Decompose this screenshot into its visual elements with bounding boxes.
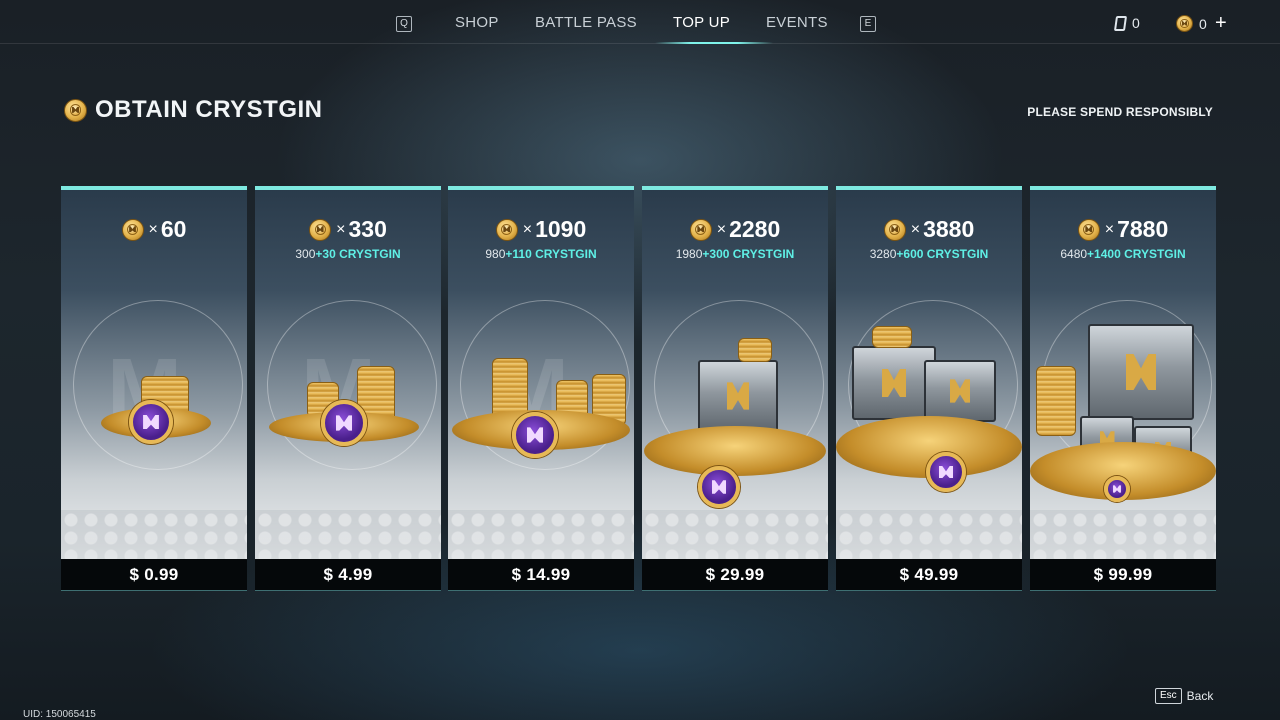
- featured-coin-image: [698, 466, 740, 508]
- price-label: $ 49.99: [899, 564, 959, 584]
- pass-card-icon: [1113, 15, 1128, 31]
- amount-multiplier: ×: [522, 220, 533, 238]
- bonus-base: 1980: [675, 247, 703, 261]
- offer-card-7880[interactable]: × 7880 6480+1400 CRYSTGIN $ 99.99: [1030, 186, 1216, 591]
- tab-shop[interactable]: SHOP: [455, 14, 499, 31]
- offer-amount: × 3880: [836, 216, 1022, 243]
- bonus-base: 3280: [869, 247, 897, 261]
- amount-value: 2280: [729, 216, 781, 242]
- bonus-extra: +1400 CRYSTGIN: [1087, 247, 1186, 261]
- featured-coin-image: [1104, 476, 1130, 502]
- bonus-base: 980: [485, 247, 506, 261]
- bonus-extra: +600 CRYSTGIN: [896, 247, 989, 261]
- featured-coin-image: [512, 412, 558, 458]
- amount-value: 60: [160, 216, 187, 242]
- price-bar[interactable]: $ 4.99: [255, 559, 441, 591]
- amount-multiplier: ×: [716, 220, 727, 238]
- loot-crate-image: [924, 360, 996, 422]
- tab-top-up[interactable]: TOP UP: [673, 14, 730, 31]
- offer-bonus: 300+30 CRYSTGIN: [255, 247, 441, 261]
- offer-card-3880[interactable]: × 3880 3280+600 CRYSTGIN $ 49.99: [836, 186, 1022, 591]
- offer-amount: × 7880: [1030, 216, 1216, 243]
- offer-bonus: 3280+600 CRYSTGIN: [836, 247, 1022, 261]
- floor-pattern: [836, 510, 1022, 562]
- bonus-base: 6480: [1060, 247, 1088, 261]
- featured-coin-image: [129, 400, 173, 444]
- crystgin-coin-icon: [689, 218, 712, 241]
- amount-multiplier: ×: [910, 220, 921, 238]
- price-label: $ 4.99: [323, 564, 373, 584]
- bonus-extra: +30 CRYSTGIN: [315, 247, 401, 261]
- plus-icon[interactable]: +: [1215, 13, 1227, 33]
- crystgin-coin-icon: [1077, 218, 1100, 241]
- next-tab-key-hint[interactable]: E: [860, 16, 876, 32]
- page-title-text: OBTAIN CRYSTGIN: [95, 96, 323, 123]
- bonus-base: 300: [295, 247, 316, 261]
- floor-pattern: [255, 510, 441, 562]
- prev-tab-key-hint[interactable]: Q: [396, 16, 412, 32]
- floor-pattern: [1030, 510, 1216, 562]
- offer-card-60[interactable]: × 60 M $ 0.99: [61, 186, 247, 591]
- floor-pattern: [642, 510, 828, 562]
- amount-value: 7880: [1117, 216, 1169, 242]
- offer-bonus: 980+110 CRYSTGIN: [448, 247, 634, 261]
- bonus-extra: +300 CRYSTGIN: [702, 247, 795, 261]
- offer-bonus: 1980+300 CRYSTGIN: [642, 247, 828, 261]
- coin-stack-image: [872, 326, 912, 348]
- amount-multiplier: ×: [148, 220, 158, 238]
- crystgin-coin-icon: [64, 98, 87, 122]
- crystgin-coin-icon: [1176, 15, 1193, 32]
- price-bar[interactable]: $ 49.99: [836, 559, 1022, 591]
- crystgin-coin-icon: [495, 218, 518, 241]
- offer-card-2280[interactable]: × 2280 1980+300 CRYSTGIN $ 29.99: [642, 186, 828, 591]
- floor-pattern: [448, 510, 634, 562]
- user-id: UID: 150065415: [23, 709, 96, 720]
- amount-value: 3880: [923, 216, 975, 242]
- featured-coin-image: [926, 452, 966, 492]
- tab-events[interactable]: EVENTS: [766, 14, 828, 31]
- active-tab-indicator: [655, 42, 773, 44]
- crystgin-coin-icon: [309, 218, 332, 241]
- back-label: Back: [1186, 689, 1214, 703]
- offer-card-1090[interactable]: × 1090 980+110 CRYSTGIN M $ 14.99: [448, 186, 634, 591]
- bonus-extra: +110 CRYSTGIN: [505, 247, 597, 261]
- price-bar[interactable]: $ 14.99: [448, 559, 634, 591]
- price-bar[interactable]: $ 0.99: [61, 559, 247, 591]
- floor-pattern: [61, 510, 247, 562]
- offer-amount: × 1090: [448, 216, 634, 243]
- price-label: $ 14.99: [511, 564, 571, 584]
- price-bar[interactable]: $ 29.99: [642, 559, 828, 591]
- price-label: $ 0.99: [129, 564, 179, 584]
- price-bar[interactable]: $ 99.99: [1030, 559, 1216, 591]
- price-label: $ 29.99: [705, 564, 765, 584]
- amount-multiplier: ×: [336, 220, 346, 238]
- loot-crate-image: [1088, 324, 1194, 420]
- back-button[interactable]: Esc Back: [1155, 688, 1213, 704]
- tab-battle-pass[interactable]: BATTLE PASS: [535, 14, 637, 31]
- loot-crate-image: [698, 360, 778, 432]
- offer-card-330[interactable]: × 330 300+30 CRYSTGIN M $ 4.99: [255, 186, 441, 591]
- pass-card-amount: 0: [1132, 15, 1140, 31]
- offer-amount: × 60: [61, 216, 247, 243]
- page-title: OBTAIN CRYSTGIN: [64, 96, 323, 124]
- price-label: $ 99.99: [1093, 564, 1153, 584]
- amount-multiplier: ×: [1104, 220, 1115, 238]
- amount-value: 1090: [535, 216, 587, 242]
- coin-stack-image: [1036, 366, 1076, 436]
- offer-amount: × 2280: [642, 216, 828, 243]
- esc-key-hint: Esc: [1155, 688, 1182, 704]
- offer-amount: × 330: [255, 216, 441, 243]
- crystgin-coin-icon: [883, 218, 906, 241]
- top-navigation: Q SHOP BATTLE PASS TOP UP EVENTS E 0 0 +: [0, 0, 1280, 44]
- offer-bonus: 6480+1400 CRYSTGIN: [1030, 247, 1216, 261]
- pass-card-balance: 0: [1113, 15, 1140, 31]
- amount-value: 330: [348, 216, 387, 242]
- coin-stack-image: [738, 338, 772, 362]
- featured-coin-image: [321, 400, 367, 446]
- crystgin-coin-icon: [121, 218, 144, 241]
- crystgin-balance: 0: [1176, 15, 1207, 32]
- spend-responsibly-notice: PLEASE SPEND RESPONSIBLY: [1027, 105, 1213, 119]
- crystgin-amount: 0: [1199, 15, 1207, 32]
- coin-pile-image: [644, 426, 826, 476]
